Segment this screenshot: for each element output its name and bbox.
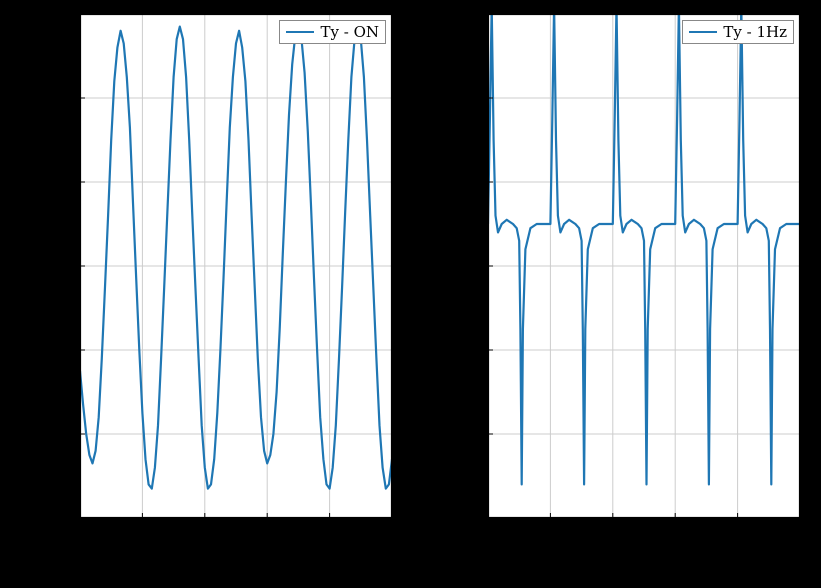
xtick-right-5: 5 [795,524,805,542]
legend-swatch-right [689,31,717,33]
legend-right: Ty - 1Hz [682,20,794,44]
xtick-right-3: 3 [670,524,680,542]
legend-label-left: Ty - ON [320,23,379,41]
xlabel-left: Time (s) [205,552,280,573]
xtick-right-1: 1 [545,524,555,542]
ytick-right-6: 60 [463,4,482,22]
ytick-left-2: -20 [50,340,74,358]
ytick-left-6: 60 [55,4,74,22]
ylabel-right: Torque (mNm) [432,197,453,330]
left-chart: Ty - ON [80,14,392,518]
ytick-right-0: -60 [458,508,482,526]
xtick-left-5: 5 [387,524,397,542]
xlabel-right: Time (s) [613,552,688,573]
left-chart-svg [80,14,392,518]
xtick-left-2: 2 [200,524,210,542]
xtick-left-4: 4 [324,524,334,542]
legend-left: Ty - ON [279,20,386,44]
xtick-left-1: 1 [137,524,147,542]
ytick-right-5: 40 [463,88,482,106]
ytick-left-1: -40 [50,424,74,442]
ytick-left-4: 20 [55,172,74,190]
right-chart: Ty - 1Hz [488,14,800,518]
xtick-left-0: 0 [75,524,85,542]
ylabel-left: Torque (mNm) [24,197,45,330]
xtick-left-3: 3 [262,524,272,542]
right-chart-svg [488,14,800,518]
legend-label-right: Ty - 1Hz [723,23,787,41]
xtick-right-4: 4 [732,524,742,542]
ytick-left-5: 40 [55,88,74,106]
ytick-right-4: 20 [463,172,482,190]
ytick-left-3: 0 [64,256,74,274]
xtick-right-0: 0 [483,524,493,542]
legend-swatch-left [286,31,314,33]
ytick-right-3: 0 [472,256,482,274]
ytick-right-1: -40 [458,424,482,442]
ytick-left-0: -60 [50,508,74,526]
xtick-right-2: 2 [608,524,618,542]
ytick-right-2: -20 [458,340,482,358]
